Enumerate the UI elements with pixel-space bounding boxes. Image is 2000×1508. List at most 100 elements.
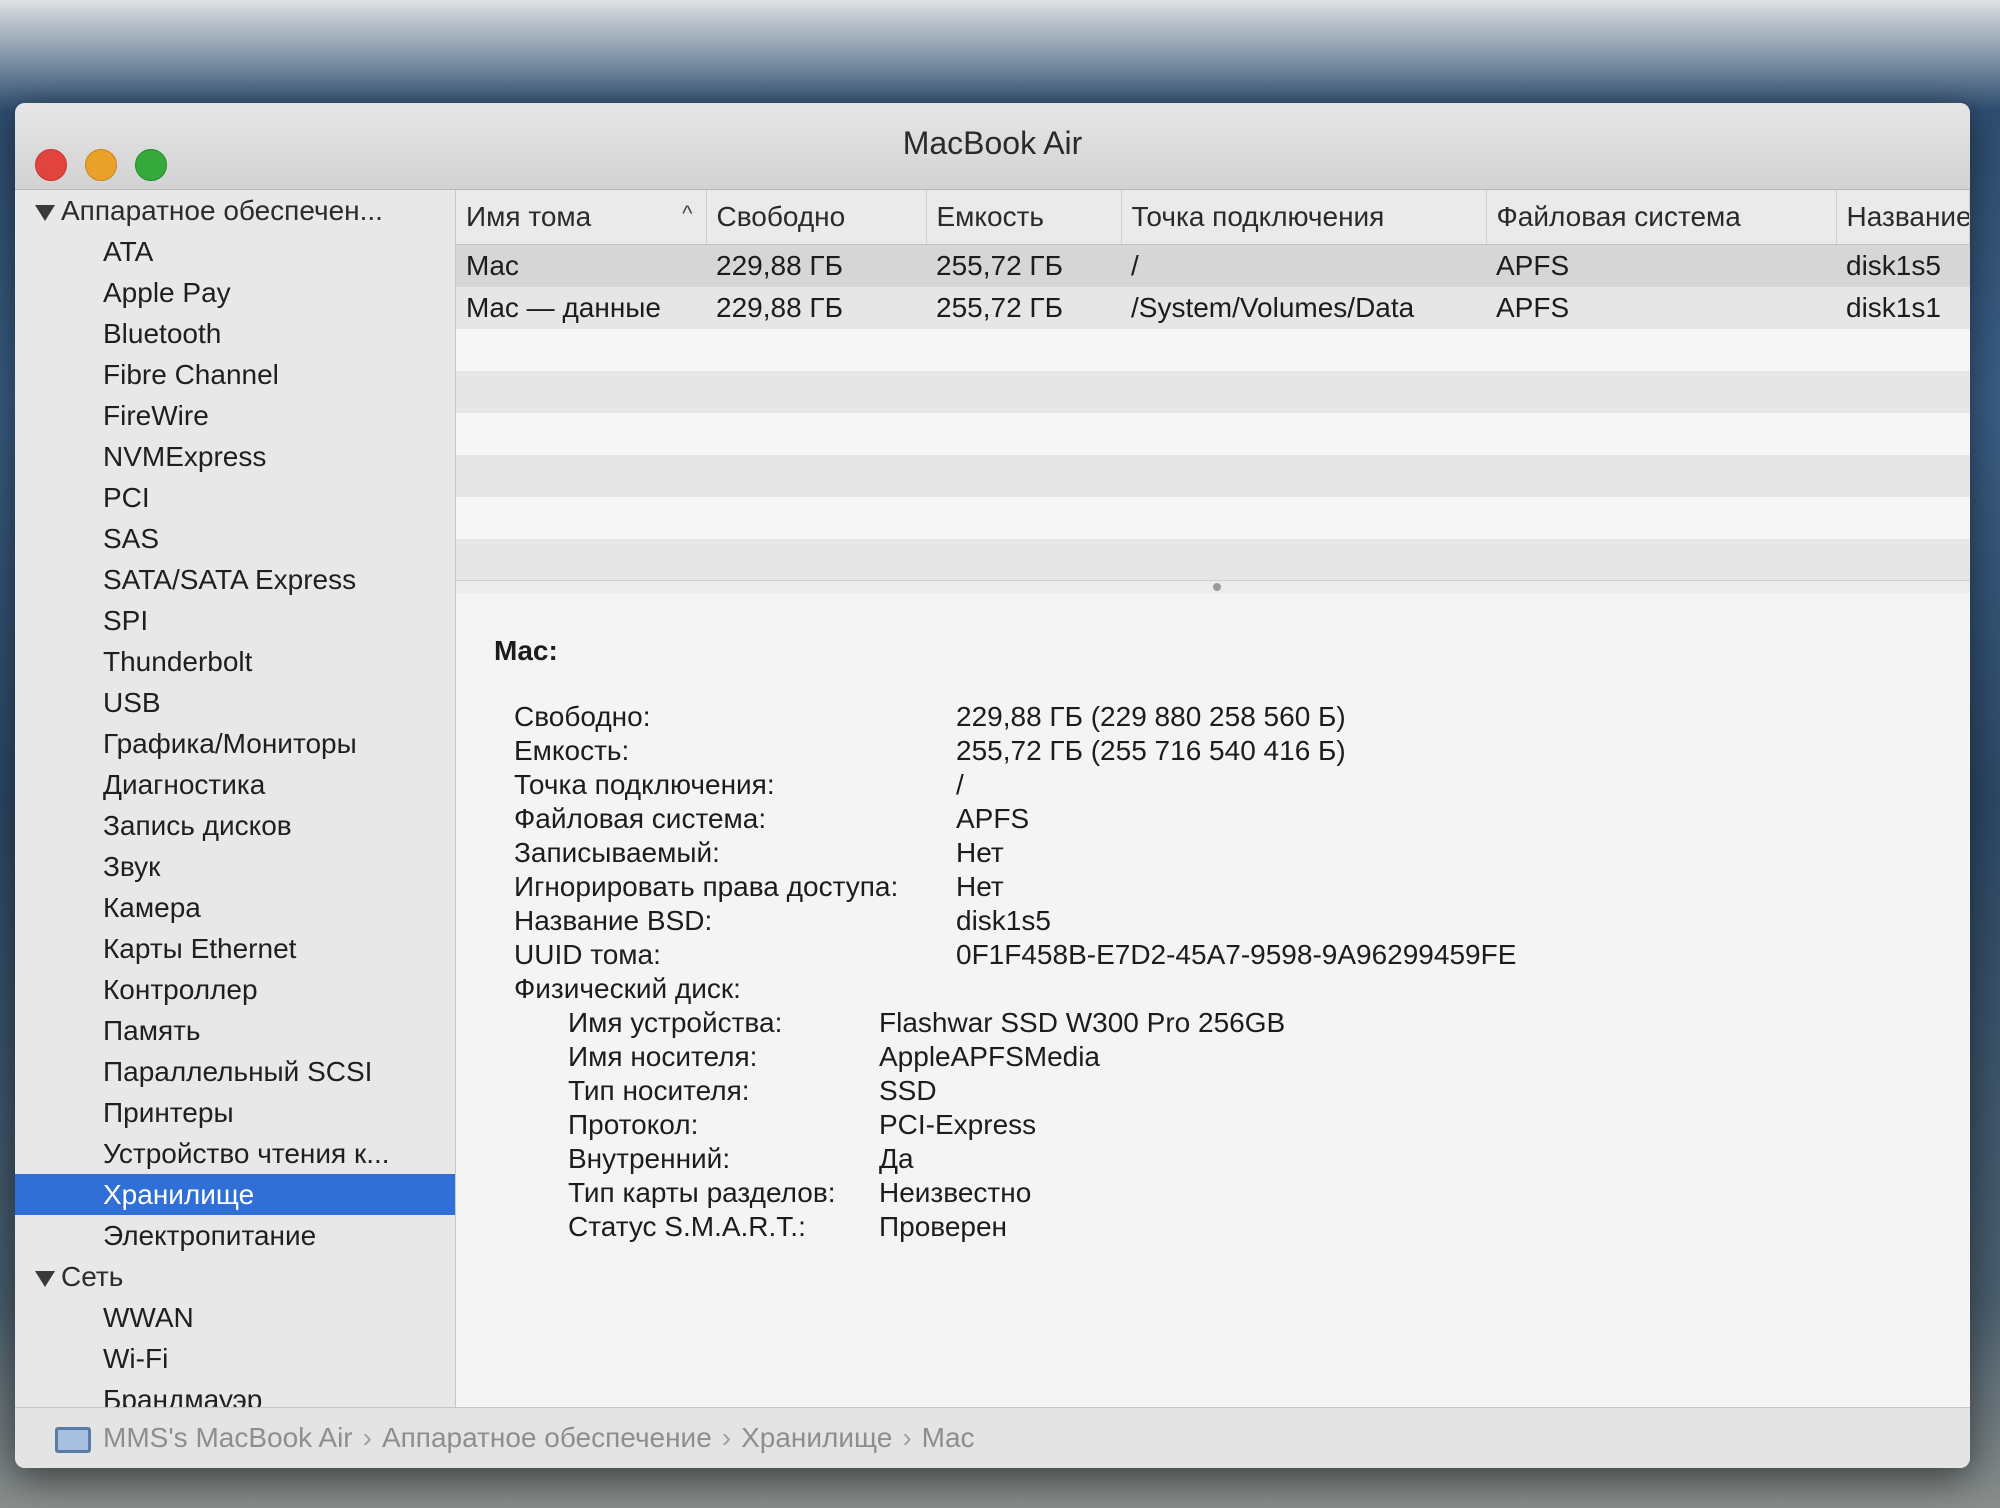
breadcrumb: MMS's MacBook Air › Аппаратное обеспечение… xyxy=(15,1407,1970,1468)
table-cell: /System/Volumes/Data xyxy=(1121,287,1486,329)
detail-label: Имя устройства: xyxy=(568,1007,783,1038)
sidebar-item-card-reader[interactable]: Устройство чтения к... xyxy=(15,1133,455,1174)
detail-label: Внутренний: xyxy=(568,1143,731,1174)
sidebar-item-nvmexpress[interactable]: NVMExpress xyxy=(15,436,455,477)
column-header-free[interactable]: Свободно xyxy=(706,190,927,245)
detail-title: Mac: xyxy=(494,635,558,666)
sidebar-item-spi[interactable]: SPI xyxy=(15,600,455,641)
chevron-right-icon: › xyxy=(902,1422,912,1453)
system-information-window: MacBook Air Аппаратное обеспечен... ATA … xyxy=(15,103,1970,1468)
table-cell: 255,72 ГБ xyxy=(926,287,1121,329)
sidebar-item-firewall[interactable]: Брандмауэр xyxy=(15,1379,455,1408)
sidebar-item-sata[interactable]: SATA/SATA Express xyxy=(15,559,455,600)
sidebar-item-diagnostics[interactable]: Диагностика xyxy=(15,764,455,805)
detail-value: disk1s5 xyxy=(956,905,1051,936)
sort-ascending-icon: ^ xyxy=(682,201,693,226)
column-header-label: Имя тома xyxy=(466,201,592,232)
sidebar-item-firewire[interactable]: FireWire xyxy=(15,395,455,436)
physical-disk-label: Физический диск: xyxy=(514,973,741,1004)
volumes-table: Имя тома ^ Свободно Емкость Точка подключ… xyxy=(456,190,1970,580)
detail-label: Тип носителя: xyxy=(568,1075,750,1106)
detail-value: Неизвестно xyxy=(879,1177,1032,1208)
main-content: Имя тома ^ Свободно Емкость Точка подключ… xyxy=(456,190,1970,1408)
sidebar-item-graphics-displays[interactable]: Графика/Мониторы xyxy=(15,723,455,764)
column-header-capacity[interactable]: Емкость xyxy=(926,190,1122,245)
detail-label: Файловая система: xyxy=(514,803,767,834)
detail-value: SSD xyxy=(879,1075,937,1106)
sidebar-item-disc-burning[interactable]: Запись дисков xyxy=(15,805,455,846)
detail-value: AppleAPFSMedia xyxy=(879,1041,1101,1072)
empty-table-row xyxy=(456,329,1970,371)
table-cell: Mac xyxy=(456,244,706,287)
detail-label: Записываемый: xyxy=(514,837,720,868)
disclosure-triangle-icon[interactable] xyxy=(35,1270,55,1287)
column-header-volume-name[interactable]: Имя тома ^ xyxy=(456,190,707,245)
detail-value: Flashwar SSD W300 Pro 256GB xyxy=(879,1007,1286,1038)
sidebar-item-pci[interactable]: PCI xyxy=(15,477,455,518)
table-header-row: Имя тома ^ Свободно Емкость Точка подключ… xyxy=(456,190,1970,245)
detail-pane: Mac: Свободно: 229,88 ГБ (229 880 258 56… xyxy=(456,593,1970,1408)
sidebar-group-hardware[interactable]: Аппаратное обеспечен... xyxy=(15,190,455,231)
sidebar-item-storage[interactable]: Хранилище xyxy=(15,1174,455,1215)
table-cell: 229,88 ГБ xyxy=(706,287,926,329)
breadcrumb-item[interactable]: MMS's MacBook Air xyxy=(103,1422,353,1453)
table-cell: APFS xyxy=(1486,244,1836,287)
detail-label: Емкость: xyxy=(514,735,630,766)
sidebar-item-controller[interactable]: Контроллер xyxy=(15,969,455,1010)
empty-table-row xyxy=(456,455,1970,497)
sidebar-item-sas[interactable]: SAS xyxy=(15,518,455,559)
sidebar-item-camera[interactable]: Камера xyxy=(15,887,455,928)
sidebar-item-power[interactable]: Электропитание xyxy=(15,1215,455,1256)
table-row[interactable]: Mac — данные 229,88 ГБ 255,72 ГБ /System… xyxy=(456,287,1970,329)
table-cell: 255,72 ГБ xyxy=(926,244,1121,287)
detail-value: PCI-Express xyxy=(879,1109,1037,1140)
empty-table-row xyxy=(456,497,1970,539)
detail-value: Нет xyxy=(956,871,1004,902)
sidebar-item-bluetooth[interactable]: Bluetooth xyxy=(15,313,455,354)
breadcrumb-item[interactable]: Аппаратное обеспечение xyxy=(382,1422,712,1453)
chevron-right-icon: › xyxy=(362,1422,372,1453)
detail-value: Да xyxy=(879,1143,914,1174)
sidebar-item-parallel-scsi[interactable]: Параллельный SCSI xyxy=(15,1051,455,1092)
sidebar-group-network[interactable]: Сеть xyxy=(15,1256,455,1297)
sidebar-item-ata[interactable]: ATA xyxy=(15,231,455,272)
table-cell: disk1s5 xyxy=(1836,244,1970,287)
column-header-file-system[interactable]: Файловая система xyxy=(1486,190,1837,245)
detail-value: 0F1F458B-E7D2-45A7-9598-9A96299459FE xyxy=(956,939,1517,970)
detail-label: Свободно: xyxy=(514,701,651,732)
sidebar: Аппаратное обеспечен... ATA Apple Pay Bl… xyxy=(15,190,456,1408)
detail-label: UUID тома: xyxy=(514,939,661,970)
table-cell: 229,88 ГБ xyxy=(706,244,926,287)
split-view-divider[interactable] xyxy=(456,580,1970,594)
detail-label: Игнорировать права доступа: xyxy=(514,871,899,902)
sidebar-item-ethernet-cards[interactable]: Карты Ethernet xyxy=(15,928,455,969)
disclosure-triangle-icon[interactable] xyxy=(35,204,55,221)
sidebar-group-label: Сеть xyxy=(61,1261,124,1292)
table-row[interactable]: Mac 229,88 ГБ 255,72 ГБ / APFS disk1s5 xyxy=(456,244,1970,287)
sidebar-item-fibre-channel[interactable]: Fibre Channel xyxy=(15,354,455,395)
detail-value: APFS xyxy=(956,803,1030,834)
empty-table-row xyxy=(456,413,1970,455)
empty-table-row xyxy=(456,371,1970,413)
sidebar-item-apple-pay[interactable]: Apple Pay xyxy=(15,272,455,313)
detail-label: Имя носителя: xyxy=(568,1041,758,1072)
chevron-right-icon: › xyxy=(721,1422,732,1453)
sidebar-group-label: Аппаратное обеспечен... xyxy=(61,195,383,226)
sidebar-item-usb[interactable]: USB xyxy=(15,682,455,723)
column-header-bsd-name[interactable]: Название xyxy=(1836,190,1970,245)
empty-table-row xyxy=(456,539,1970,580)
sidebar-item-memory[interactable]: Память xyxy=(15,1010,455,1051)
detail-value: 255,72 ГБ (255 716 540 416 Б) xyxy=(956,735,1346,766)
column-header-mount-point[interactable]: Точка подключения xyxy=(1121,190,1487,245)
breadcrumb-item[interactable]: Mac xyxy=(922,1422,975,1453)
sidebar-item-thunderbolt[interactable]: Thunderbolt xyxy=(15,641,455,682)
table-cell: APFS xyxy=(1486,287,1836,329)
sidebar-item-wifi[interactable]: Wi-Fi xyxy=(15,1338,455,1379)
sidebar-item-audio[interactable]: Звук xyxy=(15,846,455,887)
sidebar-item-wwan[interactable]: WWAN xyxy=(15,1297,455,1338)
table-cell: Mac — данные xyxy=(456,287,706,329)
breadcrumb-item[interactable]: Хранилище xyxy=(741,1422,892,1453)
divider-handle-icon[interactable] xyxy=(1213,583,1221,591)
detail-value: / xyxy=(956,769,964,800)
sidebar-item-printers[interactable]: Принтеры xyxy=(15,1092,455,1133)
